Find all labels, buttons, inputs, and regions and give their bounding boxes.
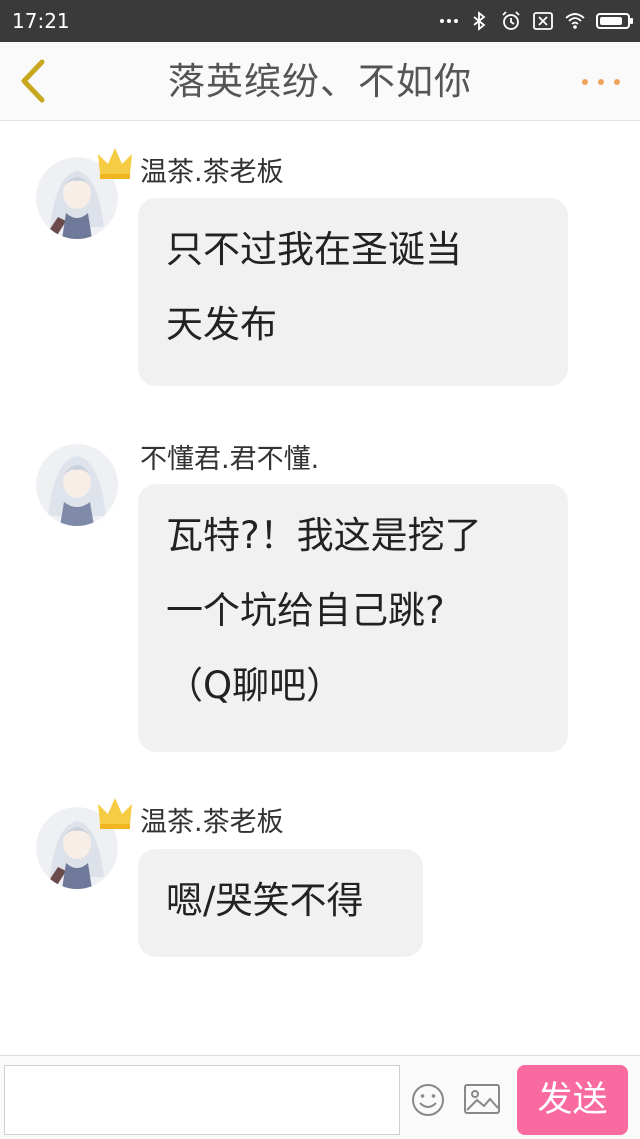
status-bar: 17:21 (0, 0, 640, 42)
message-input[interactable] (4, 1065, 400, 1135)
more-icon[interactable] (582, 68, 620, 96)
input-bar: 发送 (0, 1055, 640, 1139)
message-bubble[interactable]: 只不过我在圣诞当 天发布 (138, 198, 568, 386)
crown-icon (98, 798, 132, 829)
message-text-line: 天发布 (166, 303, 277, 346)
status-icons (440, 8, 633, 34)
message-text-line: （Q聊吧） (166, 664, 344, 707)
message-text-line: 一个坑给自己跳? (166, 589, 445, 632)
battery-icon (596, 13, 633, 29)
emoji-icon[interactable] (410, 1082, 446, 1118)
wifi-icon (565, 13, 585, 29)
message-bubble[interactable]: 嗯/哭笑不得 (138, 849, 423, 957)
back-arrow-icon[interactable] (12, 56, 62, 106)
avatar[interactable] (36, 444, 118, 526)
alarm-icon (502, 11, 520, 30)
chat-header: 落英缤纷、不如你 (0, 42, 640, 121)
send-button[interactable]: 发送 (517, 1065, 628, 1135)
sender-name: 温茶.茶老板 (140, 807, 284, 838)
sender-name: 不懂君.君不懂. (140, 444, 320, 475)
message-text-line: 嗯/哭笑不得 (166, 879, 364, 922)
message-bubble[interactable]: 瓦特?！我这是挖了 一个坑给自己跳? （Q聊吧） (138, 484, 568, 752)
image-icon[interactable] (463, 1082, 501, 1116)
sim-off-icon (533, 12, 553, 30)
status-time: 17:21 (12, 9, 70, 33)
bluetooth-icon (473, 11, 486, 31)
sender-name: 温茶.茶老板 (140, 157, 284, 188)
crown-icon (98, 148, 132, 179)
chat-title: 落英缤纷、不如你 (168, 60, 472, 103)
notification-dots-icon (440, 19, 458, 23)
message-text-line: 瓦特?！我这是挖了 (166, 514, 482, 557)
message-text-line: 只不过我在圣诞当 (166, 228, 462, 271)
